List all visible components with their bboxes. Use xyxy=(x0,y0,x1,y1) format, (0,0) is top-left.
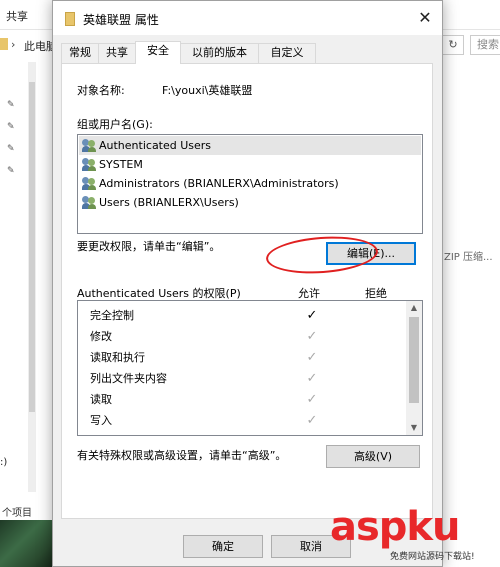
check-icon: ✓ xyxy=(306,350,318,365)
scroll-up-icon[interactable]: ▲ xyxy=(406,301,422,315)
watermark-subtitle: 免费网站源码下载站! xyxy=(390,552,475,562)
close-button[interactable]: ✕ xyxy=(411,5,439,31)
permissions-header: Authenticated Users 的权限(P) xyxy=(77,287,241,300)
users-listbox[interactable]: Authenticated Users SYSTEM Administrator… xyxy=(77,134,423,234)
group-users-icon xyxy=(82,196,96,209)
tab-customize[interactable]: 自定义 xyxy=(258,43,316,63)
permission-name: 完全控制 xyxy=(90,309,134,322)
table-row: 完全控制 ✓ xyxy=(78,305,406,326)
check-icon: ✓ xyxy=(306,371,318,386)
change-permissions-hint: 要更改权限，请单击“编辑”。 xyxy=(77,240,221,253)
watermark-logo: aspku 免费网站源码下载站! xyxy=(330,505,500,567)
list-item[interactable]: Administrators (BRIANLERX\Administrators… xyxy=(79,174,421,193)
pin-icon[interactable]: ✎ xyxy=(7,144,15,154)
group-users-label: 组或用户名(G): xyxy=(77,118,153,131)
group-users-icon xyxy=(82,177,96,190)
user-name: Administrators (BRIANLERX\Administrators… xyxy=(99,177,339,190)
permissions-scrollbar[interactable]: ▲ ▼ xyxy=(406,301,422,435)
table-row: 列出文件夹内容 ✓ xyxy=(78,368,406,389)
pin-icon[interactable]: ✎ xyxy=(7,122,15,132)
drive-label: :) xyxy=(0,457,8,468)
table-row: 读取和执行 ✓ xyxy=(78,347,406,368)
tab-sharing[interactable]: 共享 xyxy=(98,43,136,63)
table-row: 修改 ✓ xyxy=(78,326,406,347)
permission-name: 列出文件夹内容 xyxy=(90,372,167,385)
search-input[interactable]: 搜索 xyxy=(470,35,500,55)
advanced-button[interactable]: 高级(V) xyxy=(326,445,420,468)
list-item[interactable]: SYSTEM xyxy=(79,155,421,174)
allow-column-header: 允许 xyxy=(298,287,320,300)
taskbar-image xyxy=(0,520,60,567)
scroll-thumb[interactable] xyxy=(409,317,419,403)
group-users-icon xyxy=(82,139,96,152)
permissions-list[interactable]: 完全控制 ✓ 修改 ✓ 读取和执行 ✓ 列出文件夹内容 ✓ 读取 ✓ 写入 ✓ xyxy=(77,300,423,436)
check-icon: ✓ xyxy=(306,413,318,428)
security-panel: 对象名称: F:\youxi\英雄联盟 组或用户名(G): Authentica… xyxy=(61,63,433,519)
title-bar[interactable]: 英雄联盟 属性 ✕ xyxy=(53,1,442,35)
pin-icon[interactable]: ✎ xyxy=(7,100,15,110)
chevron-right-icon: › xyxy=(11,38,16,51)
permission-name: 修改 xyxy=(90,330,112,343)
pin-icon[interactable]: ✎ xyxy=(7,166,15,176)
tab-security[interactable]: 安全 xyxy=(135,41,181,64)
permission-name: 读取 xyxy=(90,393,112,406)
properties-dialog: 英雄联盟 属性 ✕ 常规 共享 安全 以前的版本 自定义 对象名称: F:\yo… xyxy=(52,0,443,567)
permission-name: 写入 xyxy=(90,414,112,427)
advanced-hint: 有关特殊权限或高级设置，请单击“高级”。 xyxy=(77,449,287,462)
check-icon: ✓ xyxy=(306,329,318,344)
list-item[interactable]: Authenticated Users xyxy=(79,136,421,155)
table-row: 写入 ✓ xyxy=(78,410,406,431)
deny-column-header: 拒绝 xyxy=(365,287,387,300)
explorer-share-tab[interactable]: 共享 xyxy=(6,8,28,24)
tab-strip: 常规 共享 安全 以前的版本 自定义 xyxy=(61,41,433,64)
user-name: SYSTEM xyxy=(99,158,143,171)
explorer-scrollbar[interactable] xyxy=(28,62,36,492)
permission-name: 读取和执行 xyxy=(90,351,145,364)
list-item[interactable]: Users (BRIANLERX\Users) xyxy=(79,193,421,212)
scroll-down-icon[interactable]: ▼ xyxy=(406,421,422,435)
zip-label: ZIP 压缩... xyxy=(444,252,493,263)
tab-general[interactable]: 常规 xyxy=(61,43,99,63)
tab-previous-versions[interactable]: 以前的版本 xyxy=(180,43,259,63)
edit-button[interactable]: 编辑(E)... xyxy=(326,242,416,265)
user-name: Users (BRIANLERX\Users) xyxy=(99,196,239,209)
ok-button[interactable]: 确定 xyxy=(183,535,263,558)
user-name: Authenticated Users xyxy=(99,139,212,152)
object-name-label: 对象名称: xyxy=(77,84,125,97)
folder-icon xyxy=(65,12,75,26)
folder-icon xyxy=(0,38,8,50)
table-row: 读取 ✓ xyxy=(78,389,406,410)
status-bar: 个项目 xyxy=(2,508,32,519)
scroll-thumb[interactable] xyxy=(29,82,35,412)
check-icon: ✓ xyxy=(306,308,318,323)
check-icon: ✓ xyxy=(306,392,318,407)
refresh-icon[interactable]: ↻ xyxy=(442,35,464,55)
watermark-brand: aspku xyxy=(330,504,461,550)
group-users-icon xyxy=(82,158,96,171)
object-name-value: F:\youxi\英雄联盟 xyxy=(162,84,253,97)
dialog-title: 英雄联盟 属性 xyxy=(83,13,159,27)
